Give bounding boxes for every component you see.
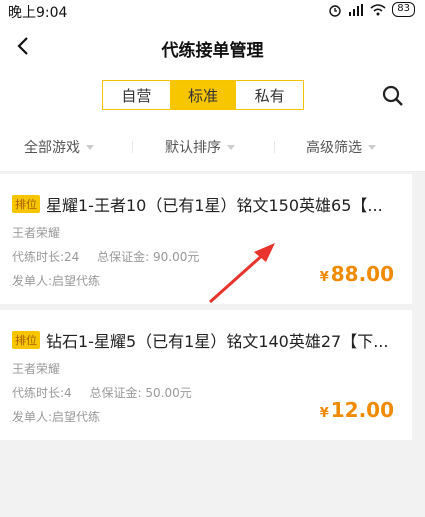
annotation-arrow-icon xyxy=(209,243,275,304)
